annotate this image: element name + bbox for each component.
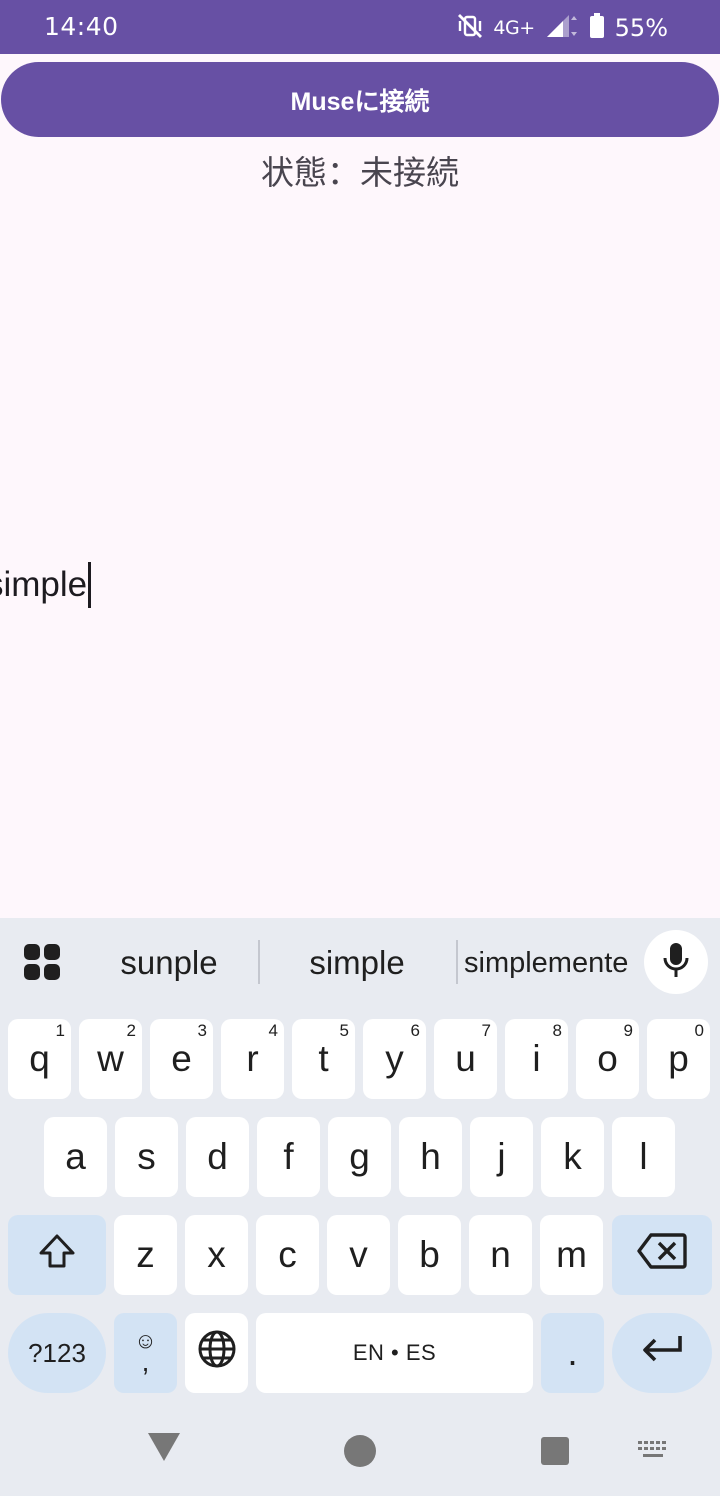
key-d[interactable]: d (186, 1117, 249, 1197)
key-u[interactable]: u7 (434, 1019, 497, 1099)
backspace-key[interactable] (612, 1215, 712, 1295)
home-icon[interactable] (343, 1434, 377, 1472)
key-x[interactable]: x (185, 1215, 248, 1295)
language-key[interactable] (185, 1313, 248, 1393)
key-o[interactable]: o9 (576, 1019, 639, 1099)
key-v[interactable]: v (327, 1215, 390, 1295)
key-label: o (597, 1038, 618, 1079)
key-number-hint: 1 (55, 1021, 65, 1040)
suggestion-3[interactable]: simplemente (464, 940, 628, 986)
suggestion-bar: sunple simple simplemente (0, 918, 720, 1010)
suggestion-1[interactable]: sunple (84, 940, 254, 986)
text-input-value: simple (0, 565, 88, 604)
key-a[interactable]: a (44, 1117, 107, 1197)
key-number-hint: 0 (694, 1021, 704, 1040)
key-f[interactable]: f (257, 1117, 320, 1197)
key-m[interactable]: m (540, 1215, 603, 1295)
connect-muse-button[interactable]: Museに接続 (1, 62, 719, 137)
key-n[interactable]: n (469, 1215, 532, 1295)
microphone-icon (662, 942, 690, 982)
shift-key[interactable] (8, 1215, 106, 1295)
key-number-hint: 3 (197, 1021, 207, 1040)
key-number-hint: 7 (481, 1021, 491, 1040)
comma-label: , (141, 1346, 150, 1377)
voice-input-button[interactable] (644, 930, 708, 994)
key-z[interactable]: z (114, 1215, 177, 1295)
key-c[interactable]: c (256, 1215, 319, 1295)
key-label: i (532, 1038, 541, 1079)
key-h[interactable]: h (399, 1117, 462, 1197)
key-number-hint: 8 (552, 1021, 562, 1040)
key-number-hint: 5 (339, 1021, 349, 1040)
key-p[interactable]: p0 (647, 1019, 710, 1099)
key-l[interactable]: l (612, 1117, 675, 1197)
enter-key[interactable] (612, 1313, 712, 1393)
key-label: p (668, 1038, 689, 1079)
suggestion-divider (258, 940, 260, 984)
back-icon[interactable] (147, 1432, 181, 1466)
symbols-key[interactable]: ?123 (8, 1313, 106, 1393)
key-number-hint: 6 (410, 1021, 420, 1040)
space-key[interactable]: EN • ES (256, 1313, 533, 1393)
key-e[interactable]: e3 (150, 1019, 213, 1099)
suggestion-2[interactable]: simple (270, 940, 444, 986)
key-r[interactable]: r4 (221, 1019, 284, 1099)
keyboard-switch-icon[interactable] (637, 1440, 669, 1466)
status-time: 14:40 (44, 12, 119, 41)
key-number-hint: 2 (126, 1021, 136, 1040)
battery-percent: 55% (614, 14, 668, 42)
text-input-field[interactable]: simple (0, 560, 92, 610)
key-label: t (318, 1038, 329, 1079)
key-w[interactable]: w2 (79, 1019, 142, 1099)
network-type: 4G+ (493, 17, 535, 39)
apps-grid-icon[interactable] (22, 942, 62, 986)
key-j[interactable]: j (470, 1117, 533, 1197)
key-y[interactable]: y6 (363, 1019, 426, 1099)
key-k[interactable]: k (541, 1117, 604, 1197)
navigation-bar (0, 1410, 720, 1496)
key-label: e (171, 1038, 192, 1079)
key-label: u (455, 1038, 476, 1079)
status-bar: 14:40 4G+ 55% (0, 0, 720, 54)
key-label: w (97, 1038, 124, 1079)
enter-icon (640, 1332, 684, 1374)
key-i[interactable]: i8 (505, 1019, 568, 1099)
battery-icon (589, 13, 605, 43)
period-key[interactable]: . (541, 1313, 604, 1393)
key-t[interactable]: t5 (292, 1019, 355, 1099)
suggestion-divider (456, 940, 458, 984)
key-b[interactable]: b (398, 1215, 461, 1295)
shift-icon (38, 1233, 76, 1278)
key-g[interactable]: g (328, 1117, 391, 1197)
connection-status-text: 状態：未接続 (261, 153, 459, 192)
key-label: q (29, 1038, 50, 1079)
emoji-comma-key[interactable]: ☺ , (114, 1313, 177, 1393)
key-label: r (246, 1038, 259, 1079)
key-s[interactable]: s (115, 1117, 178, 1197)
recents-icon[interactable] (540, 1436, 570, 1470)
backspace-icon (637, 1232, 687, 1278)
text-cursor (88, 562, 92, 608)
key-q[interactable]: q1 (8, 1019, 71, 1099)
globe-icon (197, 1329, 237, 1378)
vibrate-off-icon (457, 13, 483, 43)
signal-icon (545, 13, 579, 43)
key-label: y (385, 1038, 404, 1079)
key-number-hint: 9 (623, 1021, 633, 1040)
key-number-hint: 4 (268, 1021, 278, 1040)
status-icons: 4G+ 55% (457, 10, 668, 46)
